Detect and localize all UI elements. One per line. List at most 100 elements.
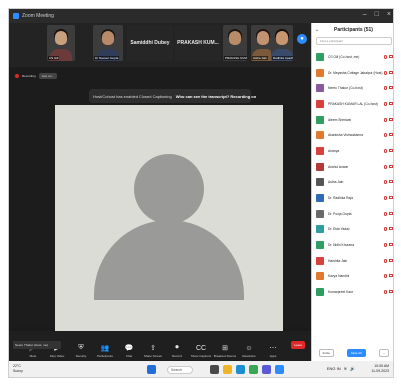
participant-item[interactable]: Anshul Anwar — [312, 159, 393, 175]
clock[interactable]: 10:05 AM 11-09-2023 — [371, 364, 389, 374]
leave-button[interactable]: Leave — [291, 341, 305, 349]
widgets-icon[interactable] — [210, 365, 219, 374]
maximize-button[interactable]: □ — [375, 11, 379, 18]
weather-widget[interactable]: 22°C Sunny — [13, 364, 23, 374]
participant-thumbnail[interactable]: PRAKASH KUMAR LAL — [223, 25, 247, 61]
windows-icon[interactable] — [147, 365, 156, 374]
participant-item[interactable]: Harshita Jain — [312, 253, 393, 269]
share-screen-icon: ⇪ — [150, 345, 156, 352]
participant-item[interactable]: Dr. Pooja Gupta — [312, 206, 393, 222]
avatar — [316, 146, 324, 155]
participant-status-icons — [384, 243, 393, 248]
chrome-icon[interactable] — [249, 365, 258, 374]
security-icon: ⛨ — [78, 344, 84, 351]
title-bar: Zoom Meeting – □ × — [9, 9, 393, 23]
zoom-icon[interactable] — [275, 365, 284, 374]
self-view-tile[interactable]: Neeru Thakur (Host, me) — [13, 341, 61, 349]
recording-label[interactable]: Recording — [22, 74, 36, 78]
weather-desc: Sunny — [13, 369, 23, 373]
record-dot-icon — [15, 74, 19, 78]
participant-item[interactable]: Neeru Thakur (Co-host) — [312, 80, 393, 96]
breakout-button[interactable]: ⊞ Breakout Rooms — [213, 344, 237, 358]
participant-item[interactable]: Kavya Nandini — [312, 269, 393, 285]
mic-muted-icon — [384, 86, 387, 91]
mic-muted-icon — [384, 164, 387, 169]
avatar — [316, 115, 324, 124]
mic-muted-icon — [384, 133, 387, 138]
clock-date: 11-09-2023 — [371, 369, 389, 373]
toolbar-label: Chat — [125, 354, 133, 358]
avatar — [316, 272, 324, 281]
thumb-label: CS Gill — [48, 56, 60, 60]
participant-item[interactable]: Dr. Nidhi Khurana — [312, 237, 393, 253]
explorer-icon[interactable] — [223, 365, 232, 374]
participant-item[interactable]: PRAKASH KUMAR LAL (Co-host) — [312, 96, 393, 112]
participant-thumbnail[interactable]: Dr Naveen Gupta — [93, 25, 123, 61]
apps-button[interactable]: ⋯ Apps — [261, 344, 285, 358]
participant-name: Dr. Pooja Gupta — [328, 211, 352, 216]
taskbar-search[interactable]: Search — [167, 366, 193, 374]
more-options-button[interactable]: ... — [378, 349, 390, 357]
speaker-placeholder — [94, 154, 244, 300]
speaker-video — [55, 105, 283, 349]
participant-item[interactable]: Dr. Ekta Yadav — [312, 222, 393, 238]
mute-all-button[interactable]: Mute All — [346, 349, 366, 357]
participant-name-tile[interactable]: Samiddhi Dubey — [127, 25, 173, 61]
participant-name: Dr. Nidhi Khurana — [328, 243, 355, 248]
apps-icon: ⋯ — [269, 345, 277, 352]
participant-name: Aleem Sheriwal — [328, 117, 351, 122]
live-status[interactable]: Live on... — [38, 73, 57, 79]
avatar — [316, 68, 324, 77]
chevron-down-icon[interactable]: ⌄ — [315, 27, 319, 33]
participant-item[interactable]: Ananya — [312, 143, 393, 159]
participants-icon: 👥 — [100, 345, 110, 352]
record-button[interactable]: ⏺ Record — [165, 344, 189, 358]
record-icon: ⏺ — [175, 344, 179, 351]
toolbar-label: Breakout Rooms — [213, 354, 237, 358]
reactions-icon: ☺ — [245, 344, 253, 352]
participant-item[interactable]: Dr. Radhika Raja — [312, 190, 393, 206]
minimize-button[interactable]: – — [363, 11, 367, 18]
wifi-icon[interactable]: ≋ — [344, 366, 347, 371]
participant-status-icons — [384, 86, 393, 91]
caption-notice-action[interactable]: Who can see the transcript? Recording on — [176, 94, 256, 99]
participant-item[interactable]: Akanksha Vishwakarma — [312, 127, 393, 143]
participant-item[interactable]: Dr. Meyasha Cottage Jabalpur (Host) — [312, 65, 393, 81]
security-button[interactable]: ⛨ Security — [69, 344, 93, 358]
system-tray[interactable]: ENG IN ≋ 🔊 — [327, 366, 355, 371]
participant-item[interactable]: Kumarpreet Kaur — [312, 284, 393, 300]
participant-thumbnail[interactable]: CS Gill — [47, 25, 75, 61]
language-indicator[interactable]: ENG IN — [327, 366, 341, 371]
invite-button[interactable]: Invite — [318, 349, 334, 357]
participant-item[interactable]: Astha Jain — [312, 175, 393, 191]
participant-thumbnail[interactable]: Radhika Upadhyaya — [271, 25, 293, 61]
thumb-face — [229, 31, 241, 45]
participant-item[interactable]: Aleem Sheriwal — [312, 112, 393, 128]
reactions-button[interactable]: ☺ Reactions — [237, 344, 261, 359]
meeting-status: Recording Live on... — [15, 73, 57, 79]
mic-muted-icon — [384, 180, 387, 185]
participant-name: Dr. Radhika Raja — [328, 196, 353, 201]
mic-muted-icon — [384, 54, 387, 59]
captions-button[interactable]: CC Show Captions — [189, 344, 213, 359]
participant-name: Ananya — [328, 148, 340, 153]
share-screen-button[interactable]: ⇪ Share Screen — [141, 344, 165, 358]
mic-muted-icon — [384, 211, 387, 216]
participant-name-tile[interactable]: PRAKASH KUM... — [175, 25, 221, 61]
captions-icon: CC — [195, 344, 207, 352]
participant-name: Neeru Thakur (Co-host) — [328, 86, 363, 91]
participants-header: ⌄ Participants (51) — [312, 23, 393, 37]
view-toggle-button[interactable]: ● — [297, 34, 307, 44]
edge-icon[interactable] — [236, 365, 245, 374]
participants-title: Participants (51) — [334, 27, 373, 33]
chat-button[interactable]: 💬 Chat — [117, 344, 141, 358]
close-button[interactable]: × — [387, 11, 391, 18]
participant-search-input[interactable]: Find a participant — [316, 37, 392, 45]
teams-icon[interactable] — [262, 365, 271, 374]
participant-status-icons — [384, 290, 393, 295]
mic-muted-icon — [384, 117, 387, 122]
volume-icon[interactable]: 🔊 — [350, 366, 355, 371]
participants-button[interactable]: 👥 Participants — [93, 344, 117, 358]
participant-item[interactable]: CS Gill (Co-host, me) — [312, 49, 393, 65]
participant-name: Harshita Jain — [328, 258, 348, 263]
